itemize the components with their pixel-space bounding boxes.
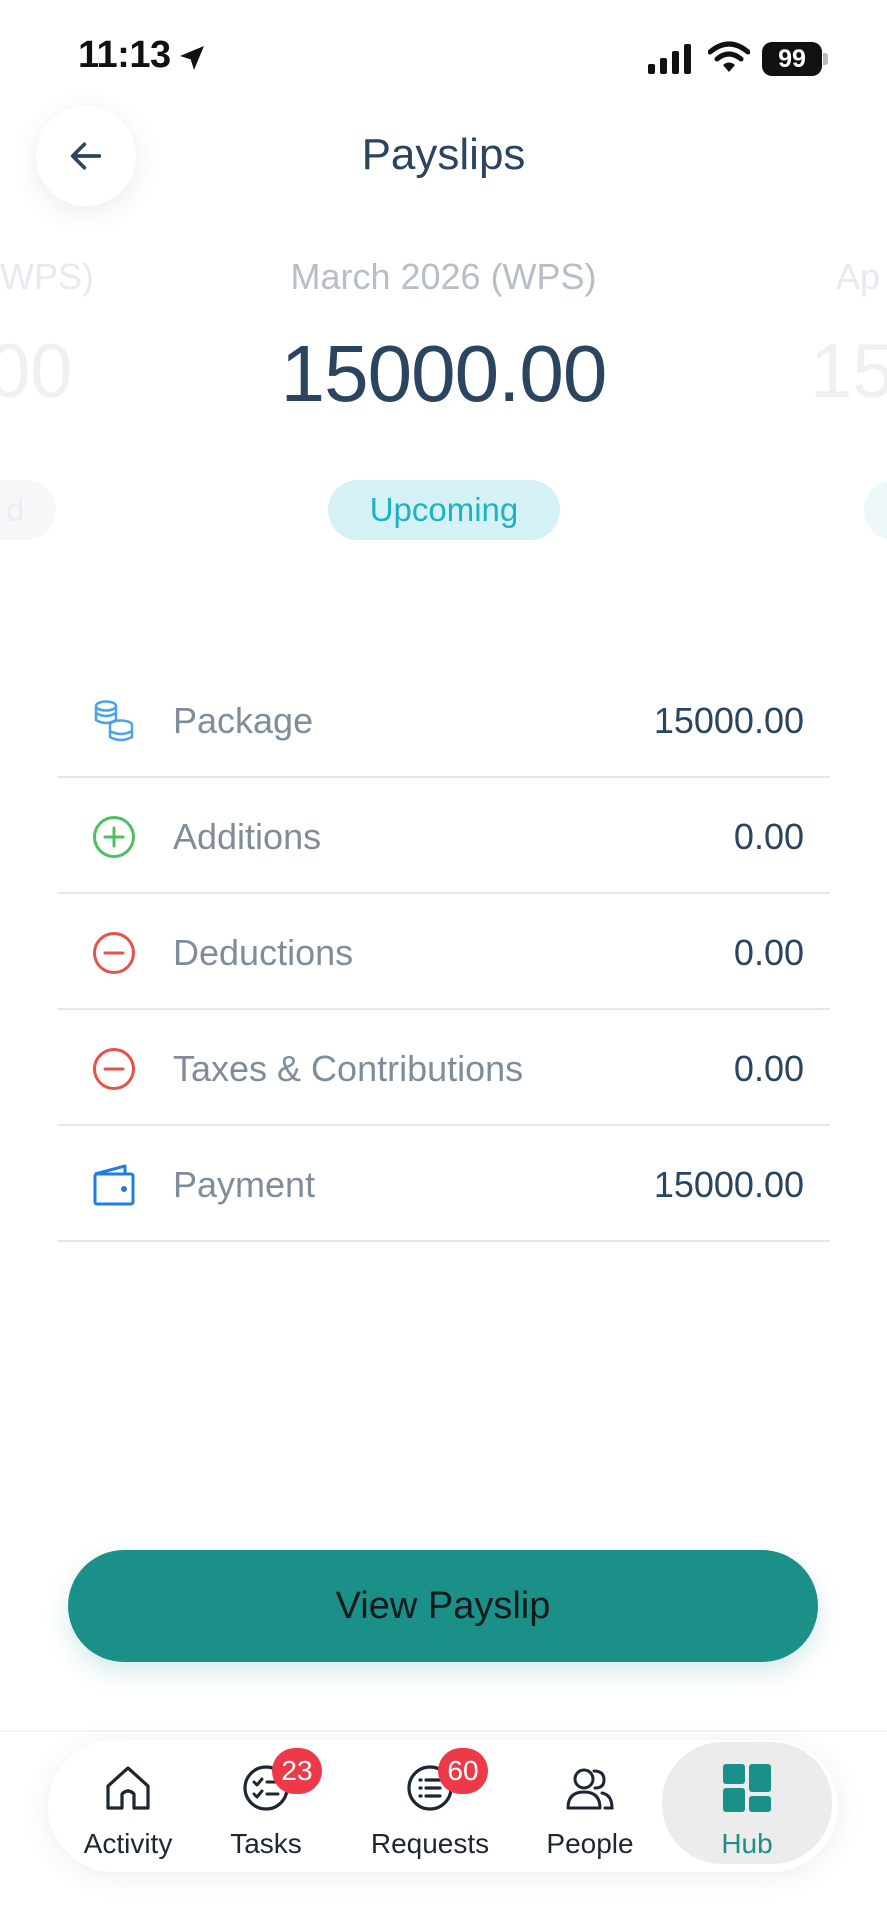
breakdown-value: 0.00 xyxy=(733,816,804,857)
minus-circle-icon xyxy=(93,932,135,974)
wallet-icon xyxy=(93,1164,135,1206)
nav-item-requests[interactable]: Requests 60 xyxy=(364,1740,496,1872)
breakdown-label: Additions xyxy=(173,816,322,857)
next-status-badge xyxy=(864,480,887,540)
nav-divider xyxy=(0,1730,887,1732)
nav-label: Hub xyxy=(721,1828,773,1859)
breakdown-label: Taxes & Contributions xyxy=(173,1048,524,1089)
payslips-screen: 11:13 99 Payslips (WPS) 00 d March 2026 … xyxy=(0,0,887,1920)
battery-level: 99 xyxy=(762,42,822,76)
nav-label: Activity xyxy=(83,1828,173,1859)
nav-label: Requests xyxy=(370,1828,490,1859)
requests-count-badge: 60 xyxy=(438,1748,488,1794)
breakdown-row-package[interactable]: Package 15000.00 xyxy=(57,662,830,778)
coins-icon xyxy=(94,700,134,742)
battery-indicator: 99 xyxy=(762,42,828,76)
breakdown-row-taxes[interactable]: Taxes & Contributions 0.00 xyxy=(57,1010,830,1126)
minus-circle-icon xyxy=(93,1048,135,1090)
payslip-breakdown: Package 15000.00 Additions 0.00 Deductio… xyxy=(57,662,830,1242)
payslip-amount: 15000.00 xyxy=(280,329,608,418)
cellular-signal-icon xyxy=(648,44,691,74)
breakdown-value: 0.00 xyxy=(733,1048,804,1089)
battery-tip xyxy=(823,53,828,65)
location-arrow-icon xyxy=(180,46,204,70)
bottom-nav: Activity Tasks 23 Requests 60 People Hub xyxy=(48,1740,838,1872)
next-amount[interactable]: 15 xyxy=(810,328,887,415)
status-badge: Upcoming xyxy=(328,480,560,540)
prev-status-badge: d xyxy=(0,480,56,540)
page-title: Payslips xyxy=(361,130,526,179)
breakdown-value: 15000.00 xyxy=(653,700,804,741)
grid-icon xyxy=(723,1764,771,1812)
breakdown-value: 0.00 xyxy=(733,932,804,973)
breakdown-label: Payment xyxy=(173,1164,316,1205)
nav-item-hub[interactable]: Hub xyxy=(662,1742,832,1864)
nav-label: People xyxy=(546,1828,634,1859)
view-payslip-button[interactable]: View Payslip xyxy=(68,1550,818,1662)
breakdown-label: Deductions xyxy=(173,932,354,973)
nav-item-activity[interactable]: Activity xyxy=(66,1740,190,1872)
status-time: 11:13 xyxy=(78,34,171,76)
people-icon xyxy=(566,1768,614,1810)
breakdown-label: Package xyxy=(173,700,314,741)
wifi-icon xyxy=(708,41,750,72)
breakdown-row-payment[interactable]: Payment 15000.00 xyxy=(57,1126,830,1242)
nav-label: Tasks xyxy=(230,1828,302,1859)
tasks-count-badge: 23 xyxy=(272,1748,322,1794)
payslip-period: March 2026 (WPS) xyxy=(290,256,597,297)
next-period-label[interactable]: Ap xyxy=(836,256,880,298)
breakdown-row-additions[interactable]: Additions 0.00 xyxy=(57,778,830,894)
plus-circle-icon xyxy=(93,816,135,858)
nav-item-people[interactable]: People xyxy=(532,1740,648,1872)
nav-item-tasks[interactable]: Tasks 23 xyxy=(216,1740,322,1872)
breakdown-value: 15000.00 xyxy=(653,1164,804,1205)
home-icon xyxy=(106,1766,150,1810)
breakdown-row-deductions[interactable]: Deductions 0.00 xyxy=(57,894,830,1010)
